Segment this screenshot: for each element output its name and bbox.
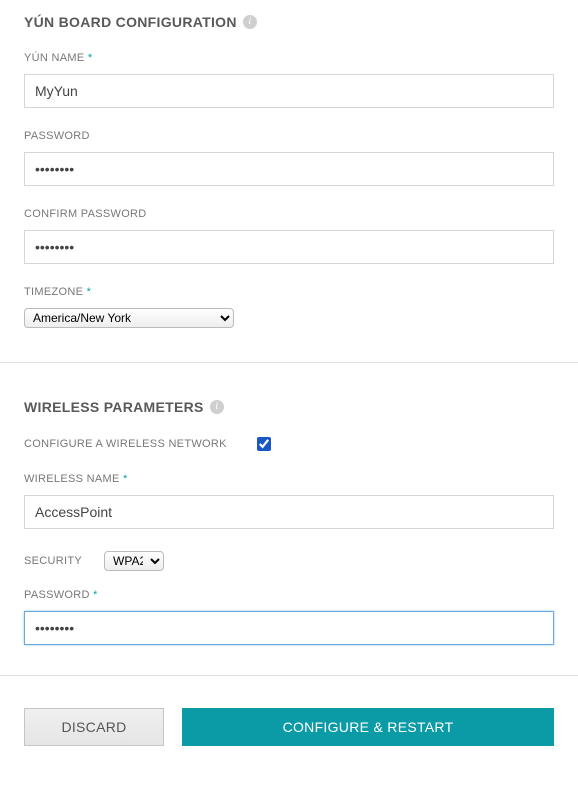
wireless-name-field: WIRELESS NAME * <box>24 473 554 529</box>
button-row: DISCARD CONFIGURE & RESTART <box>0 676 578 754</box>
board-config-section: YÚN BOARD CONFIGURATION i YÚN NAME * PAS… <box>0 0 578 363</box>
configure-wireless-checkbox[interactable] <box>257 437 271 451</box>
discard-button[interactable]: DISCARD <box>24 708 164 746</box>
board-section-header: YÚN BOARD CONFIGURATION i <box>24 14 554 30</box>
yun-name-label: YÚN NAME * <box>24 52 554 64</box>
confirm-password-label: CONFIRM PASSWORD <box>24 208 554 220</box>
yun-name-field: YÚN NAME * <box>24 52 554 108</box>
board-password-input[interactable] <box>24 152 554 186</box>
board-password-field: PASSWORD <box>24 130 554 186</box>
yun-name-label-text: YÚN NAME <box>24 52 84 64</box>
wireless-password-field: PASSWORD * <box>24 589 554 645</box>
security-row: SECURITY WPA2 <box>24 551 554 571</box>
wireless-password-label-text: PASSWORD <box>24 589 90 601</box>
wireless-name-input[interactable] <box>24 495 554 529</box>
security-select[interactable]: WPA2 <box>104 551 164 571</box>
required-marker: * <box>88 52 93 64</box>
configure-wireless-label: CONFIGURE A WIRELESS NETWORK <box>24 438 227 450</box>
wireless-password-input[interactable] <box>24 611 554 645</box>
wireless-password-label: PASSWORD * <box>24 589 554 601</box>
timezone-field: TIMEZONE * America/New York <box>24 286 554 328</box>
wireless-name-label: WIRELESS NAME * <box>24 473 554 485</box>
info-icon[interactable]: i <box>243 15 257 29</box>
confirm-password-field: CONFIRM PASSWORD <box>24 208 554 264</box>
board-password-label: PASSWORD <box>24 130 554 142</box>
configure-wireless-row: CONFIGURE A WIRELESS NETWORK <box>24 437 554 451</box>
timezone-label-text: TIMEZONE <box>24 286 83 298</box>
wireless-section-header: WIRELESS PARAMETERS i <box>24 399 554 415</box>
timezone-select[interactable]: America/New York <box>24 308 234 328</box>
required-marker: * <box>87 286 92 298</box>
timezone-label: TIMEZONE * <box>24 286 554 298</box>
confirm-password-input[interactable] <box>24 230 554 264</box>
yun-name-input[interactable] <box>24 74 554 108</box>
wireless-section-title: WIRELESS PARAMETERS <box>24 399 204 415</box>
board-section-title: YÚN BOARD CONFIGURATION <box>24 14 237 30</box>
security-label: SECURITY <box>24 555 82 567</box>
info-icon[interactable]: i <box>210 400 224 414</box>
required-marker: * <box>123 473 128 485</box>
wireless-section: WIRELESS PARAMETERS i CONFIGURE A WIRELE… <box>0 363 578 676</box>
wireless-name-label-text: WIRELESS NAME <box>24 473 120 485</box>
configure-restart-button[interactable]: CONFIGURE & RESTART <box>182 708 554 746</box>
required-marker: * <box>93 589 98 601</box>
